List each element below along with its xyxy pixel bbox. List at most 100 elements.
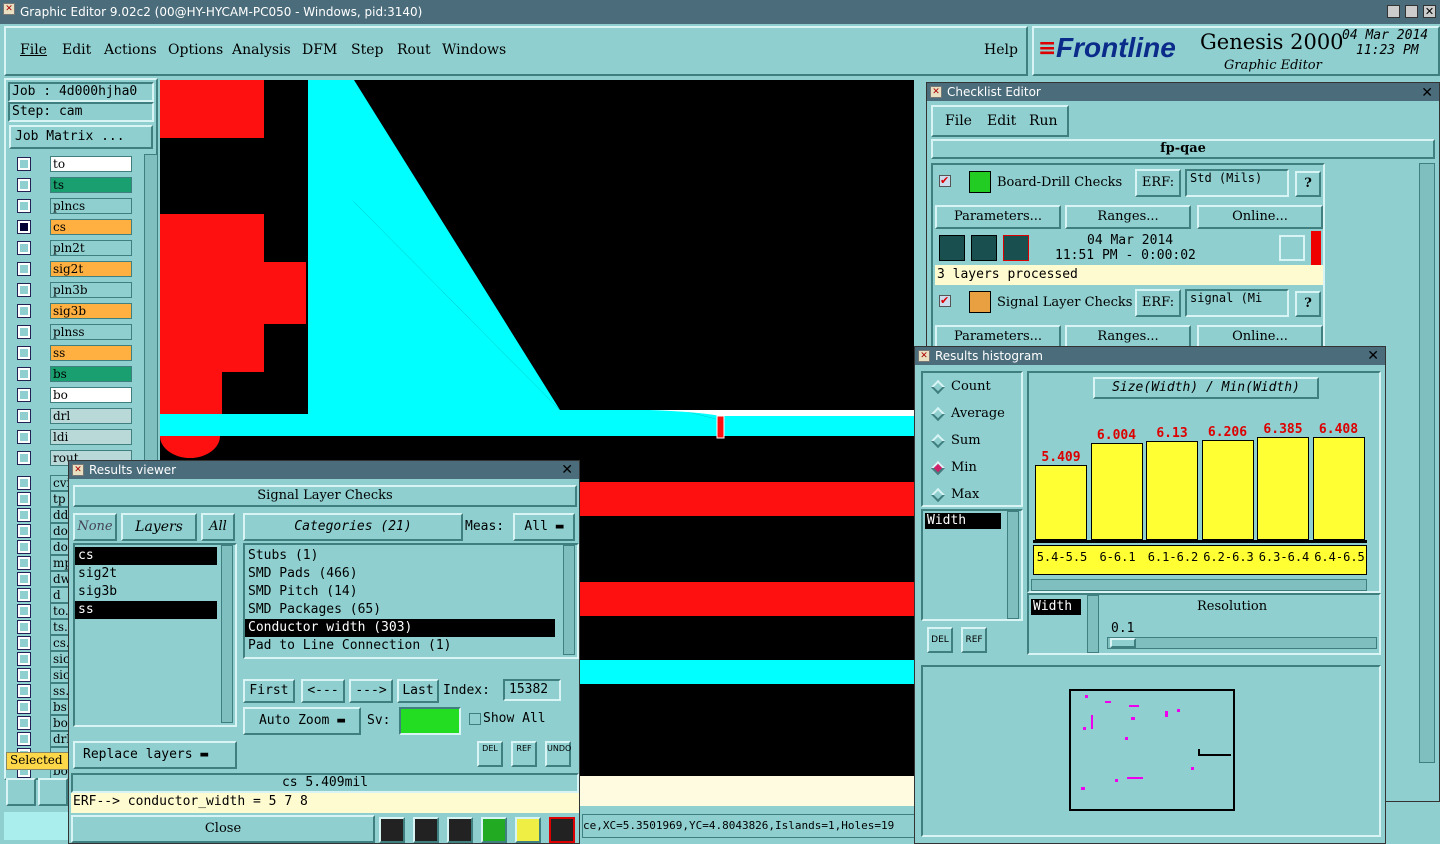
layer-checkbox[interactable] xyxy=(17,367,31,381)
layer-checkbox[interactable] xyxy=(17,636,31,650)
menu-edit[interactable]: Edit xyxy=(62,42,91,58)
histogram-close-icon[interactable]: ✕ xyxy=(1367,348,1379,364)
chart-hscrollbar[interactable] xyxy=(1031,579,1367,591)
layer-checkbox[interactable] xyxy=(17,157,31,171)
maximize-button[interactable] xyxy=(1405,5,1418,18)
histogram-bar[interactable] xyxy=(1201,440,1254,540)
auto-zoom-dropdown[interactable]: Auto Zoom ▬ xyxy=(243,707,361,735)
item1-name[interactable]: Board-Drill Checks xyxy=(997,175,1122,190)
layer-checkbox[interactable] xyxy=(17,283,31,297)
index-input[interactable]: 15382 xyxy=(503,679,561,701)
layer-row[interactable]: to xyxy=(16,156,134,172)
menu-rout[interactable]: Rout xyxy=(397,42,431,58)
run-all-icon[interactable] xyxy=(971,235,997,261)
toolbar-report-icon[interactable] xyxy=(515,817,541,843)
layer-checkbox[interactable] xyxy=(17,346,31,360)
item2-erf-field[interactable]: signal (Mi xyxy=(1185,289,1289,317)
prev-button[interactable]: <--- xyxy=(301,679,345,703)
layer-row[interactable]: pln3b xyxy=(16,282,134,298)
item1-online-button[interactable]: Online... xyxy=(1197,205,1323,229)
meas-dropdown[interactable]: All ▬ xyxy=(513,513,575,541)
checklist-menu-file[interactable]: File xyxy=(945,113,972,129)
result-layer-item[interactable]: ss xyxy=(75,601,217,619)
zoom-results-icon[interactable] xyxy=(1279,235,1305,261)
layer-name[interactable]: sig2t xyxy=(50,261,132,277)
layer-row[interactable]: plnss xyxy=(16,324,134,340)
layer-name[interactable]: ts xyxy=(50,177,132,193)
item1-erf-field[interactable]: Std (Mils) xyxy=(1185,169,1289,197)
layer-row[interactable]: ldi xyxy=(16,429,134,445)
layer-checkbox[interactable] xyxy=(17,540,31,554)
layer-checkbox[interactable] xyxy=(17,262,31,276)
layer-checkbox[interactable] xyxy=(17,732,31,746)
toolbar-layer-icon[interactable] xyxy=(379,817,405,843)
layer-checkbox[interactable] xyxy=(17,241,31,255)
close-window-button[interactable]: ✕ xyxy=(1423,5,1436,18)
layer-name[interactable]: ss xyxy=(50,345,132,361)
item1-checkbox[interactable]: ✔ xyxy=(939,175,951,187)
layer-checkbox[interactable] xyxy=(17,620,31,634)
category-item-selected[interactable]: Conductor width (303) xyxy=(245,619,555,637)
tool-measure-icon[interactable] xyxy=(38,778,68,806)
layer-row[interactable]: pln2t xyxy=(16,240,134,256)
layer-checkbox[interactable] xyxy=(17,508,31,522)
menu-windows[interactable]: Windows xyxy=(442,42,506,58)
category-item[interactable]: SMD Packages (65) xyxy=(245,601,557,619)
checklist-menu-edit[interactable]: Edit xyxy=(987,113,1016,129)
layer-row[interactable]: bo xyxy=(16,387,134,403)
layer-name[interactable]: pln2t xyxy=(50,240,132,256)
layer-row[interactable]: sig3b xyxy=(16,303,134,319)
item1-ranges-button[interactable]: Ranges... xyxy=(1065,205,1191,229)
del-button[interactable]: DEL xyxy=(477,741,503,767)
menu-help[interactable]: Help xyxy=(984,42,1018,58)
toolbar-step-icon[interactable] xyxy=(481,817,507,843)
layer-row[interactable]: bs xyxy=(16,366,134,382)
layer-name[interactable]: drl xyxy=(50,408,132,424)
ref-button[interactable]: REF xyxy=(511,741,537,767)
item2-name[interactable]: Signal Layer Checks xyxy=(997,295,1132,310)
result-layer-item[interactable]: cs xyxy=(75,547,217,565)
layer-row[interactable]: cs xyxy=(16,219,134,235)
measure-list-scrollbar[interactable] xyxy=(1007,511,1019,619)
item1-help-button[interactable]: ? xyxy=(1295,171,1321,197)
measure-list-item[interactable]: Width xyxy=(925,513,1001,529)
layer-row[interactable]: drl xyxy=(16,408,134,424)
results-close-icon[interactable]: ✕ xyxy=(561,462,573,478)
category-item[interactable]: Stubs (1) xyxy=(245,547,557,565)
checklist-close-icon[interactable]: ✕ xyxy=(1421,85,1433,101)
layer-checkbox[interactable] xyxy=(17,178,31,192)
layer-checkbox[interactable] xyxy=(17,604,31,618)
category-item[interactable]: SMD Pitch (14) xyxy=(245,583,557,601)
item2-help-button[interactable]: ? xyxy=(1295,291,1321,317)
histogram-bar[interactable] xyxy=(1035,465,1087,540)
menu-file[interactable]: File xyxy=(20,42,47,58)
minimize-button[interactable] xyxy=(1387,5,1400,18)
show-all-checkbox[interactable] xyxy=(469,713,481,725)
category-item[interactable]: SMD Pads (466) xyxy=(245,565,557,583)
board-preview-map[interactable] xyxy=(1069,689,1235,811)
layer-row[interactable]: plncs xyxy=(16,198,134,214)
layer-checkbox[interactable] xyxy=(17,684,31,698)
resolution-list-scrollbar[interactable] xyxy=(1087,595,1099,653)
layer-checkbox[interactable] xyxy=(17,556,31,570)
result-layer-item[interactable]: sig3b xyxy=(75,583,217,601)
layer-name[interactable]: plnss xyxy=(50,324,132,340)
item1-parameters-button[interactable]: Parameters... xyxy=(935,205,1061,229)
last-button[interactable]: Last xyxy=(397,679,439,703)
layer-name[interactable]: bo xyxy=(50,387,132,403)
category-item[interactable]: Pad to Line Connection (1) xyxy=(245,637,557,655)
toolbar-error-icon[interactable] xyxy=(413,817,439,843)
resolution-value[interactable]: 0.1 xyxy=(1111,621,1134,636)
histogram-del-button[interactable]: DEL xyxy=(927,627,953,653)
histogram-bar[interactable] xyxy=(1090,443,1143,540)
sv-color-dropdown[interactable] xyxy=(399,707,461,735)
layer-checkbox[interactable] xyxy=(17,199,31,213)
layer-name[interactable]: ldi xyxy=(50,429,132,445)
replace-layers-dropdown[interactable]: Replace layers ▬ xyxy=(73,741,237,769)
menu-options[interactable]: Options xyxy=(168,42,223,58)
layer-name[interactable]: to xyxy=(50,156,132,172)
layer-checkbox[interactable] xyxy=(17,476,31,490)
histogram-bar[interactable] xyxy=(1257,437,1309,540)
layer-checkbox[interactable] xyxy=(17,700,31,714)
layer-name[interactable]: bs xyxy=(50,366,132,382)
